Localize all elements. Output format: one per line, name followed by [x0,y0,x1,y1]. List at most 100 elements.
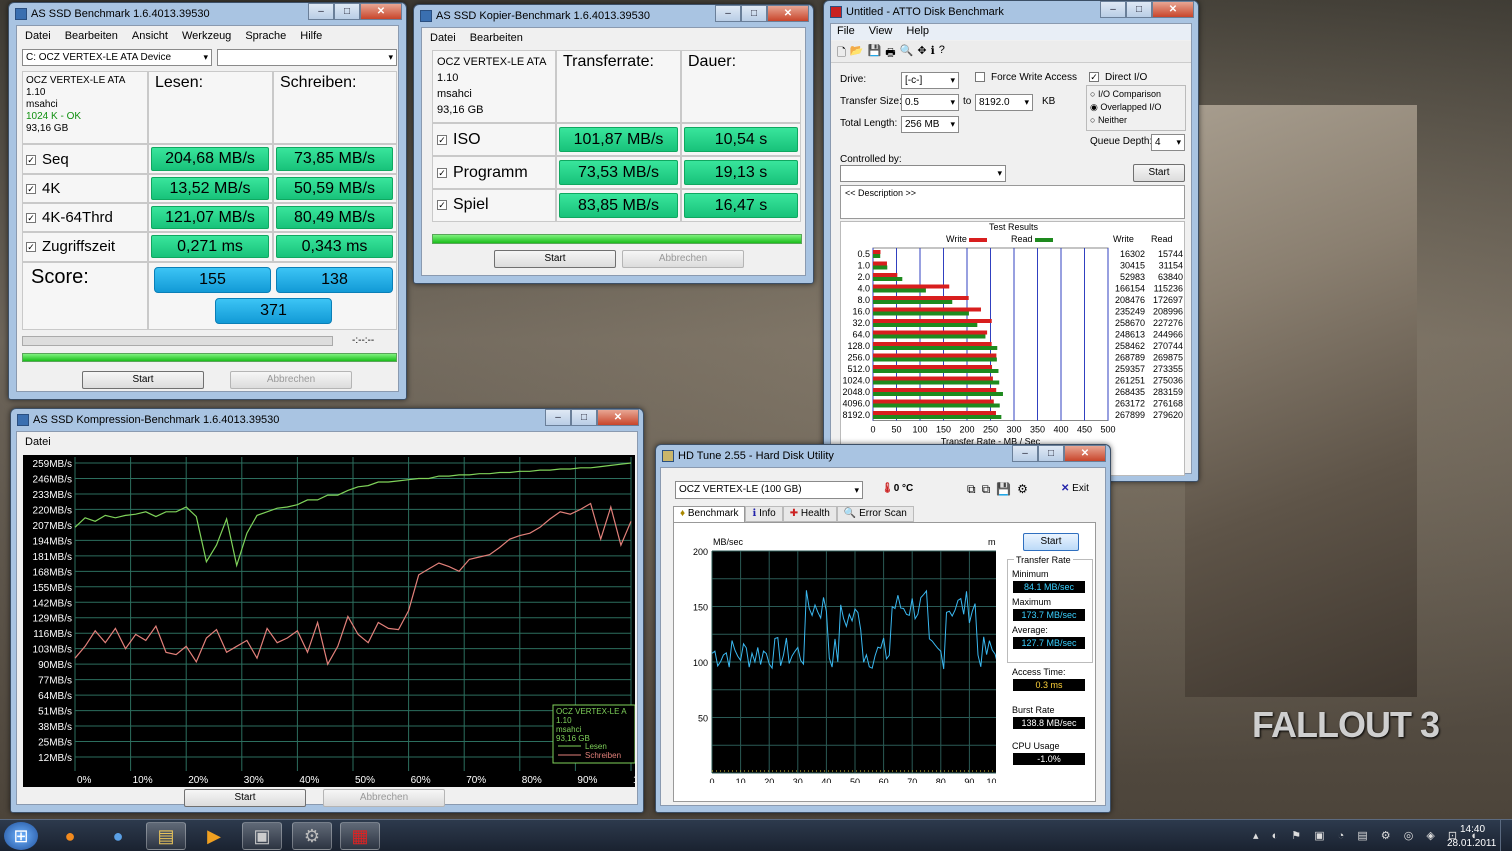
save-icon[interactable]: 💾 [868,44,882,59]
open-icon[interactable]: 📂 [850,44,864,59]
tab-error-scan[interactable]: 🔍 Error Scan [836,506,914,522]
maximize-button[interactable]: □ [1126,1,1152,18]
menu-item[interactable]: Bearbeiten [470,32,523,44]
show-desktop-button[interactable] [1500,820,1512,851]
start-button[interactable]: Start [1023,533,1079,551]
clock-date[interactable]: 28.01.2011 [1447,838,1496,849]
read-header: Lesen: [148,71,273,144]
close-button[interactable]: ✕ [597,409,639,426]
minimize-button[interactable]: – [1012,445,1038,462]
transfer-to-select[interactable]: 8192.0 [975,94,1033,111]
controlled-by-select[interactable] [840,165,1006,182]
iso-checkbox[interactable]: ✓ [437,134,447,145]
spiel-checkbox[interactable]: ✓ [437,199,447,210]
close-button[interactable]: ✕ [360,3,402,20]
print-icon[interactable]: 🖶 [885,44,895,59]
transfer-from-select[interactable]: 0.5 [901,94,959,111]
window-title: HD Tune 2.55 - Hard Disk Utility [678,450,834,462]
media-player-icon[interactable]: ▶ [194,822,234,850]
abort-button[interactable]: Abbrechen [622,250,744,268]
copy-icon[interactable]: ⧉ [967,482,982,496]
tab-health[interactable]: ✚ Health [782,506,837,522]
preview-icon[interactable]: 🔍 [900,44,914,59]
menu-item[interactable]: Ansicht [132,30,168,42]
menu-item[interactable]: Datei [430,32,456,44]
menu-item[interactable]: Werkzeug [182,30,231,42]
maximize-button[interactable]: □ [1038,445,1064,462]
row-4k64: ✓ 4K-64Thrd [22,203,148,232]
tab-info[interactable]: ℹ Info [745,506,783,522]
start-orb[interactable]: ⊞ [4,822,38,850]
4k64-checkbox[interactable]: ✓ [26,213,36,224]
explorer-icon[interactable]: ▤ [146,822,186,850]
menu-item[interactable]: View [869,25,893,39]
menu-item[interactable]: File [837,25,855,39]
info-icon: ℹ [752,508,757,519]
start-button[interactable]: Start [494,250,616,268]
queue-depth-select[interactable]: 4 [1151,134,1185,151]
maximize-button[interactable]: □ [741,5,767,22]
total-length-select[interactable]: 256 MB [901,116,959,133]
menu-item[interactable]: Help [906,25,929,39]
access-checkbox[interactable]: ✓ [26,242,36,253]
menu-item[interactable]: Bearbeiten [65,30,118,42]
hdtune-taskbar-icon[interactable]: ⚙ [292,822,332,850]
help-icon[interactable]: ? [939,44,945,59]
messenger-icon[interactable]: ● [98,822,138,850]
maximize-button[interactable]: □ [334,3,360,20]
radio-io-comparison[interactable]: ○ I/O Comparison [1090,88,1182,101]
app-icon [420,10,432,22]
force-write-checkbox[interactable] [975,72,985,83]
minimize-button[interactable]: – [1100,1,1126,18]
atto-write-bar [873,307,981,312]
exit-button[interactable]: ✕ Exit [1061,483,1089,494]
menu-item[interactable]: Hilfe [300,30,322,42]
maximize-button[interactable]: □ [571,409,597,426]
drive-select[interactable]: OCZ VERTEX-LE (100 GB) [675,481,863,499]
info-icon[interactable]: ℹ [931,44,935,59]
copy-all-icon[interactable]: ⧉ [982,482,997,496]
move-icon[interactable]: ✥ [917,44,926,59]
seq-checkbox[interactable]: ✓ [26,155,36,166]
results-panel: Test Results Write Read Write Read 0 50 10… [840,221,1185,476]
abort-button[interactable]: Abbrechen [230,371,352,389]
force-write-option[interactable]: Force Write Access [975,72,1077,83]
start-button[interactable]: Start [184,789,306,807]
menu-item[interactable]: Sprache [245,30,286,42]
atto-taskbar-icon[interactable]: ▦ [340,822,380,850]
col-read-header: Read [1151,234,1173,244]
drive-tool-icon[interactable]: ▣ [242,822,282,850]
direct-io-option[interactable]: ✓ Direct I/O [1089,72,1147,83]
options-icon[interactable]: ⚙ [1017,482,1034,496]
firefox-icon[interactable]: ● [50,822,90,850]
hdtune-window: HD Tune 2.55 - Hard Disk Utility – □ ✕ OCZ… [655,444,1111,813]
tab-benchmark[interactable]: ♦ Benchmark [673,506,746,522]
average-value: 127.7 MB/sec [1013,637,1085,649]
drive-select[interactable]: [-c-] [901,72,959,89]
close-button[interactable]: ✕ [767,5,809,22]
minimize-button[interactable]: – [715,5,741,22]
direct-io-checkbox[interactable]: ✓ [1089,72,1099,83]
drive-select[interactable]: C: OCZ VERTEX-LE ATA Device [22,49,212,66]
abort-button[interactable]: Abbrechen [323,789,445,807]
minimize-button[interactable]: – [545,409,571,426]
duration-header: Dauer: [681,50,801,123]
radio-neither[interactable]: ○ Neither [1090,114,1182,127]
menu-item[interactable]: Datei [25,436,51,448]
4k-checkbox[interactable]: ✓ [26,184,36,195]
clock-time[interactable]: 14:40 [1460,824,1485,835]
close-button[interactable]: ✕ [1152,1,1194,18]
description-box[interactable]: << Description >> [840,185,1185,219]
atto-size-label: 256.0 [847,353,870,363]
programm-checkbox[interactable]: ✓ [437,167,447,178]
save-icon[interactable]: 💾 [996,482,1017,496]
radio-overlapped[interactable]: ◉ Overlapped I/O [1090,101,1182,114]
queue-depth-label: Queue Depth: [1090,136,1153,147]
close-button[interactable]: ✕ [1064,445,1106,462]
start-button[interactable]: Start [82,371,204,389]
minimize-button[interactable]: – [308,3,334,20]
drive-extra-field[interactable] [217,49,397,66]
start-button[interactable]: Start [1133,164,1185,182]
new-icon[interactable]: 🗋 [837,44,846,59]
menu-item[interactable]: Datei [25,30,51,42]
